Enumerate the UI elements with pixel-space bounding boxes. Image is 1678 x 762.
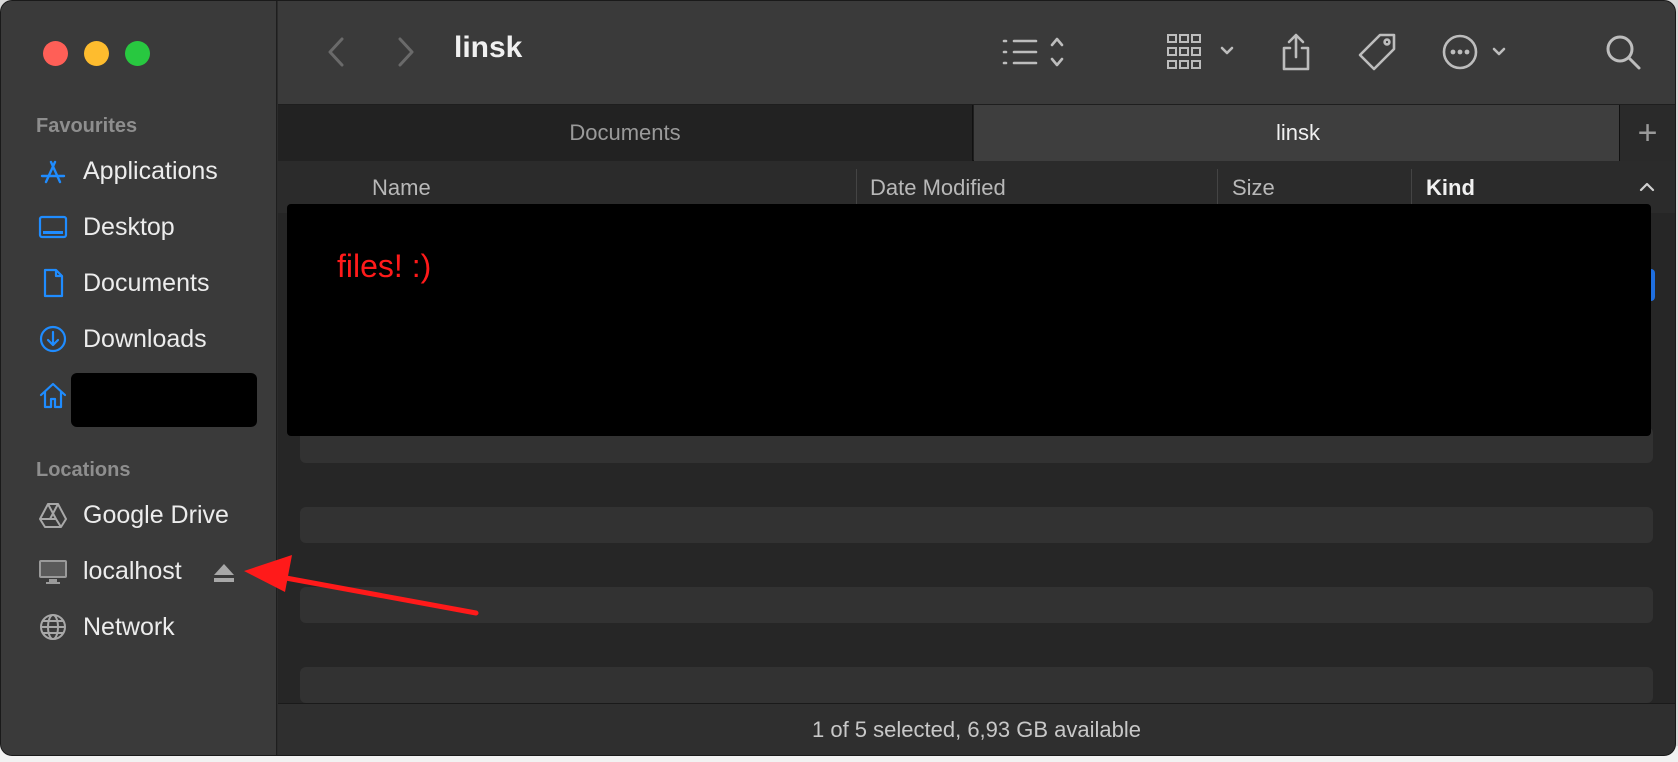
sidebar-item-label: Applications <box>83 156 218 185</box>
sidebar-item-localhost[interactable]: localhost <box>37 549 182 593</box>
sidebar-item-label: Desktop <box>83 212 175 241</box>
computer-icon <box>39 560 67 584</box>
overlay-annotation-text: files! :) <box>337 248 432 284</box>
redaction-overlay: files! :) <box>287 204 1651 436</box>
search-icon[interactable] <box>1603 31 1643 73</box>
desktop-icon <box>38 215 68 239</box>
sidebar: Favourites Applications Desktop Document… <box>1 1 277 755</box>
sidebar-item-label: Google Drive <box>83 500 229 529</box>
tab-bar: Documents linsk + <box>278 105 1675 161</box>
sidebar-item-documents[interactable]: Documents <box>37 261 209 305</box>
list-row-stripe <box>300 587 1653 623</box>
sidebar-item-applications[interactable]: Applications <box>37 149 218 193</box>
sidebar-item-label: localhost <box>83 556 182 585</box>
back-button[interactable] <box>322 33 352 71</box>
google-drive-icon <box>39 503 67 528</box>
toolbar: linsk <box>278 1 1675 105</box>
sidebar-item-network[interactable]: Network <box>37 605 175 649</box>
column-divider[interactable] <box>1217 169 1218 207</box>
tab-documents[interactable]: Documents <box>278 105 973 161</box>
group-view-icon[interactable] <box>1166 31 1246 73</box>
list-view-icon[interactable] <box>1000 31 1072 73</box>
favourites-heading: Favourites <box>36 115 138 137</box>
traffic-lights <box>43 41 150 66</box>
downloads-icon <box>39 325 67 353</box>
list-row-stripe <box>300 667 1653 703</box>
home-icon <box>39 382 67 409</box>
applications-icon <box>40 160 66 184</box>
redaction-box <box>71 373 257 427</box>
sidebar-item-label: Network <box>83 612 175 641</box>
window-title: linsk <box>454 31 523 64</box>
sidebar-item-desktop[interactable]: Desktop <box>37 205 175 249</box>
more-actions-icon[interactable] <box>1440 31 1510 73</box>
tag-icon[interactable] <box>1356 31 1400 73</box>
document-icon <box>43 268 64 298</box>
column-date-modified[interactable]: Date Modified <box>870 173 1006 203</box>
sort-ascending-icon[interactable] <box>1637 177 1657 197</box>
column-name[interactable]: Name <box>372 173 431 203</box>
sidebar-item-label: Documents <box>83 268 210 297</box>
tab-label: linsk <box>1275 120 1320 145</box>
column-divider[interactable] <box>1411 169 1412 207</box>
forward-button[interactable] <box>390 33 420 71</box>
new-tab-button[interactable]: + <box>1619 105 1675 161</box>
column-kind[interactable]: Kind <box>1426 173 1475 203</box>
close-button[interactable] <box>43 41 68 66</box>
tab-linsk[interactable]: linsk <box>974 105 1622 161</box>
sidebar-item-label: Downloads <box>83 324 207 353</box>
tab-label: Documents <box>569 120 681 145</box>
column-size[interactable]: Size <box>1232 173 1275 203</box>
eject-icon[interactable] <box>213 563 235 583</box>
minimize-button[interactable] <box>84 41 109 66</box>
zoom-button[interactable] <box>125 41 150 66</box>
share-icon[interactable] <box>1278 31 1314 73</box>
sidebar-item-downloads[interactable]: Downloads <box>37 317 207 361</box>
locations-heading: Locations <box>36 459 131 481</box>
sidebar-item-google-drive[interactable]: Google Drive <box>37 493 229 537</box>
list-row-stripe <box>300 507 1653 543</box>
status-bar: 1 of 5 selected, 6,93 GB available <box>278 703 1675 755</box>
column-divider[interactable] <box>856 169 857 207</box>
network-icon <box>40 614 66 640</box>
